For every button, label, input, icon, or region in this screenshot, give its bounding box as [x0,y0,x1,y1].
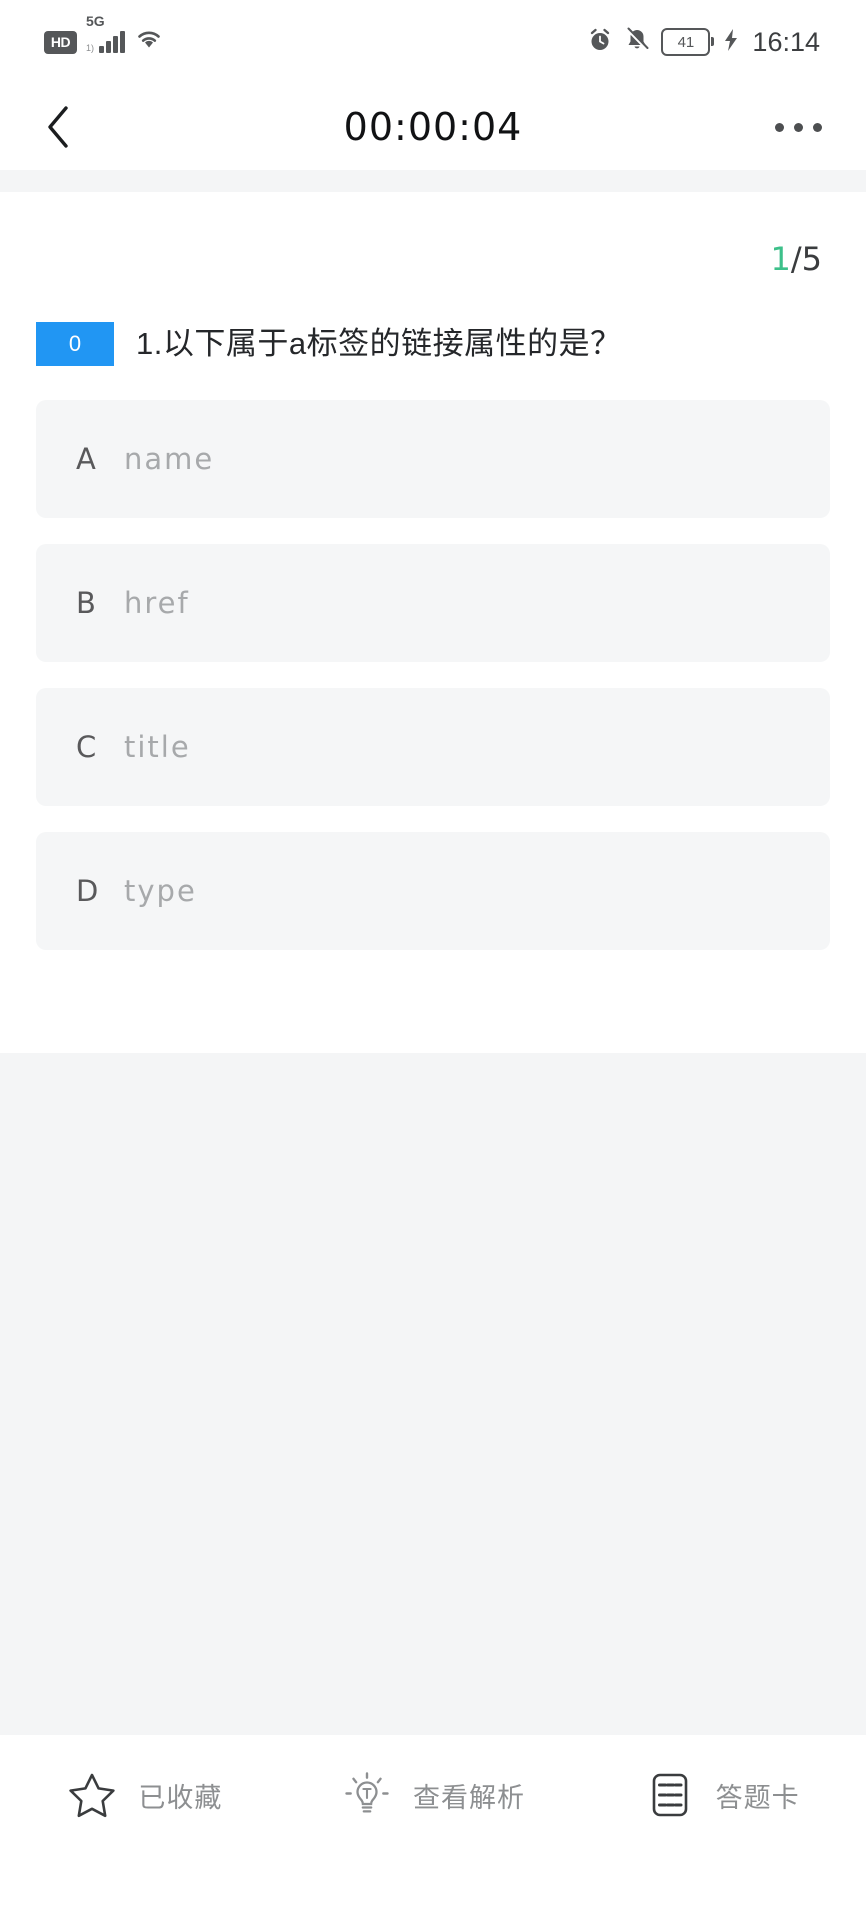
quiz-timer: 00:00:04 [343,105,523,149]
signal-bar-group [99,31,125,53]
bottom-toolbar: 已收藏 查看解析 答题卡 [0,1735,866,1928]
option-letter: C [76,730,97,764]
option-c[interactable]: C title [36,688,830,806]
option-text: name [124,442,215,476]
answer-sheet-label: 答题卡 [715,1782,800,1813]
status-bar-left: HD 5G 1) [44,14,164,57]
answer-sheet-grid-icon [644,1769,696,1821]
alarm-clock-icon [587,27,613,58]
option-text: title [124,730,191,764]
charging-bolt-icon [721,27,741,58]
battery-icon: 41 [661,28,715,56]
option-letter: D [76,874,99,908]
question-row: 0 1.以下属于a标签的链接属性的是？ [36,322,830,366]
progress-total: /5 [790,240,822,278]
option-letter: B [76,586,96,620]
option-text: type [124,874,197,908]
more-dots-icon[interactable] [775,122,822,132]
hd-icon: HD [44,30,77,54]
network-type-label: 5G [86,13,105,29]
option-b[interactable]: B href [36,544,830,662]
signal-bars-icon: 5G 1) [86,14,125,53]
status-bar-clock: 16:14 [752,26,820,57]
question-card: 1 /5 0 1.以下属于a标签的链接属性的是？ A name B href C… [0,192,866,1053]
bell-muted-icon [624,27,650,58]
progress-current: 1 [770,240,791,278]
view-explanation-button[interactable]: 查看解析 [289,1769,578,1821]
star-outline-icon [66,1769,118,1821]
header-divider [0,170,866,192]
status-bar: HD 5G 1) 41 16:14 [0,0,866,84]
question-progress: 1 /5 [36,192,830,278]
option-d[interactable]: D type [36,832,830,950]
nav-header: 00:00:04 [0,84,866,170]
wifi-icon [134,28,164,57]
favorite-button[interactable]: 已收藏 [0,1769,289,1821]
options-list: A name B href C title D type [36,400,830,950]
answer-sheet-button[interactable]: 答题卡 [577,1769,866,1821]
favorite-label: 已收藏 [138,1782,223,1813]
option-a[interactable]: A name [36,400,830,518]
content-empty-area [0,1053,866,1735]
status-bar-right: 41 16:14 [587,27,820,58]
view-explanation-label: 查看解析 [413,1782,525,1813]
question-type-badge: 0 [36,322,114,366]
question-text: 1.以下属于a标签的链接属性的是？ [136,325,622,361]
option-letter: A [76,442,96,476]
lightbulb-icon [341,1769,393,1821]
option-text: href [124,586,190,620]
network-sub-label: 1) [86,43,95,53]
